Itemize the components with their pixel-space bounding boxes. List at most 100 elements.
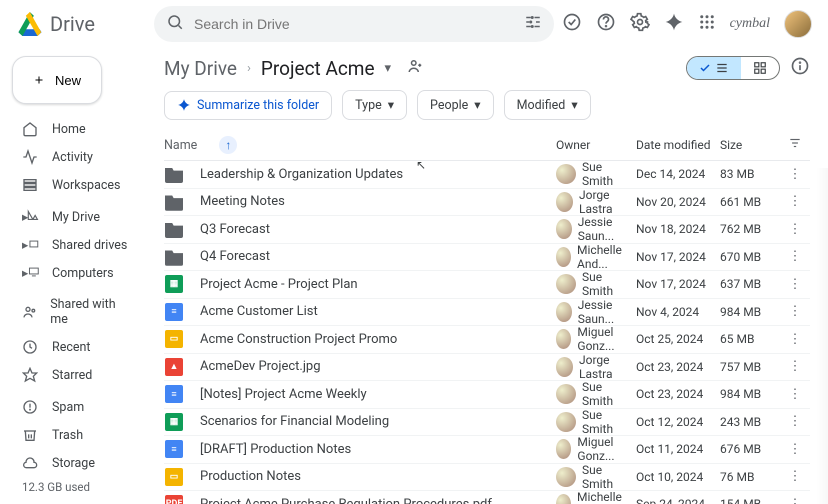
file-row[interactable]: ▭Acme Construction Project PromoMiguel G… (164, 326, 810, 354)
sidebar-item-storage[interactable]: Storage (12, 450, 138, 476)
row-more-icon[interactable]: ⋮ (780, 442, 810, 457)
owner-avatar (556, 439, 571, 459)
sidebar-item-shared-with-me[interactable]: Shared with me (12, 292, 138, 332)
summarize-folder-chip[interactable]: Summarize this folder (164, 91, 332, 120)
sidebar-item-my-drive[interactable]: ▸My Drive (12, 204, 138, 230)
file-row[interactable]: ▦Project Acme - Project PlanSue SmithNov… (164, 271, 810, 299)
offline-ready-icon[interactable] (562, 12, 582, 36)
row-more-icon[interactable]: ⋮ (780, 359, 810, 374)
column-owner[interactable]: Owner (556, 138, 636, 152)
help-icon[interactable] (596, 12, 616, 36)
sidebar-item-label: Home (52, 122, 86, 137)
apps-grid-icon[interactable] (698, 13, 716, 35)
file-size: 757 MB (720, 360, 780, 374)
sidebar-item-recent[interactable]: Recent (12, 334, 138, 360)
gemini-spark-icon[interactable] (664, 12, 684, 36)
filter-people-chip[interactable]: People▾ (417, 90, 494, 120)
file-date: Oct 11, 2024 (636, 442, 720, 456)
file-row[interactable]: ≡[Notes] Project Acme WeeklySue SmithOct… (164, 381, 810, 409)
sidebar-item-spam[interactable]: Spam (12, 394, 138, 420)
row-more-icon[interactable]: ⋮ (780, 249, 810, 264)
sidebar-item-computers[interactable]: ▸Computers (12, 260, 138, 286)
owner-avatar (556, 329, 571, 349)
sidebar-item-label: Starred (52, 368, 92, 383)
home-icon (22, 121, 40, 137)
chip-label: Summarize this folder (197, 98, 319, 113)
owner-name: Jessie Saun... (578, 298, 636, 326)
row-more-icon[interactable]: ⋮ (780, 497, 810, 504)
file-type-icon (164, 219, 184, 239)
sidebar-item-trash[interactable]: Trash (12, 422, 138, 448)
file-date: Nov 18, 2024 (636, 222, 720, 236)
folder-dropdown-icon[interactable]: ▾ (385, 61, 392, 76)
column-date[interactable]: Date modified (636, 138, 720, 152)
chevron-right-icon: › (247, 61, 251, 76)
account-avatar[interactable] (784, 10, 812, 38)
file-size: 65 MB (720, 332, 780, 346)
file-row[interactable]: ≡Acme Customer ListJessie Saun...Nov 4, … (164, 299, 810, 327)
row-more-icon[interactable]: ⋮ (780, 414, 810, 429)
details-icon[interactable] (790, 56, 810, 80)
column-name[interactable]: Name↑ (164, 136, 556, 154)
filter-modified-chip[interactable]: Modified▾ (504, 90, 591, 120)
owner-name: Jorge Lastra (579, 188, 636, 216)
file-name: Project Acme Purchase Regulation Procedu… (200, 497, 492, 504)
caret-down-icon: ▾ (474, 97, 480, 113)
drive-logo[interactable]: Drive (16, 12, 146, 36)
owner-name: Michelle And... (577, 243, 636, 271)
owner-name: Jessie Saun... (578, 215, 636, 243)
grid-view-button[interactable] (741, 57, 779, 79)
file-row[interactable]: Meeting NotesJorge LastraNov 20, 2024661… (164, 189, 810, 217)
new-button[interactable]: New (12, 56, 102, 104)
breadcrumb-current[interactable]: Project Acme (261, 57, 375, 80)
plus-icon (33, 71, 45, 89)
file-row[interactable]: ≡[DRAFT] Production NotesMiguel Gonz...O… (164, 436, 810, 464)
file-type-icon: ▭ (164, 467, 184, 487)
caret-down-icon: ▾ (571, 97, 577, 113)
row-more-icon[interactable]: ⋮ (780, 304, 810, 319)
file-type-icon (164, 192, 184, 212)
file-name: [Notes] Project Acme Weekly (200, 387, 367, 402)
owner-name: Michelle And... (577, 490, 636, 504)
breadcrumb-root[interactable]: My Drive (164, 57, 237, 80)
column-options-icon[interactable] (780, 136, 810, 154)
file-row[interactable]: PDFProject Acme Purchase Regulation Proc… (164, 491, 810, 504)
file-row[interactable]: Q3 ForecastJessie Saun...Nov 18, 2024762… (164, 216, 810, 244)
row-more-icon[interactable]: ⋮ (780, 222, 810, 237)
file-row[interactable]: ▭Production NotesSue SmithOct 10, 202476… (164, 464, 810, 492)
sidebar-item-home[interactable]: Home (12, 116, 138, 142)
search-input[interactable] (188, 16, 520, 32)
file-date: Oct 23, 2024 (636, 360, 720, 374)
share-icon[interactable] (407, 57, 425, 79)
sidebar-item-activity[interactable]: Activity (12, 144, 138, 170)
row-more-icon[interactable]: ⋮ (780, 167, 810, 182)
file-row[interactable]: ▲AcmeDev Project.jpgJorge LastraOct 23, … (164, 354, 810, 382)
row-more-icon[interactable]: ⋮ (780, 194, 810, 209)
owner-name: Sue Smith (582, 408, 636, 436)
file-row[interactable]: Q4 ForecastMichelle And...Nov 17, 202467… (164, 244, 810, 272)
search-bar[interactable] (154, 6, 554, 42)
file-row[interactable]: ▦Scenarios for Financial ModelingSue Smi… (164, 409, 810, 437)
file-list[interactable]: Leadership & Organization UpdatesSue Smi… (164, 161, 810, 504)
shared-icon (22, 304, 38, 320)
view-toggle[interactable] (686, 56, 780, 80)
file-row[interactable]: Leadership & Organization UpdatesSue Smi… (164, 161, 810, 189)
sort-asc-icon[interactable]: ↑ (219, 136, 237, 154)
sidebar-item-workspaces[interactable]: Workspaces (12, 172, 138, 198)
sidebar-item-shared-drives[interactable]: ▸Shared drives (12, 232, 138, 258)
settings-icon[interactable] (630, 12, 650, 36)
column-size[interactable]: Size (720, 138, 780, 152)
owner-avatar (556, 412, 576, 432)
column-label: Owner (556, 138, 590, 152)
file-size: 243 MB (720, 415, 780, 429)
sidebar-item-starred[interactable]: Starred (12, 362, 138, 388)
file-date: Nov 17, 2024 (636, 277, 720, 291)
row-more-icon[interactable]: ⋮ (780, 387, 810, 402)
list-view-button[interactable] (687, 57, 741, 79)
filter-type-chip[interactable]: Type▾ (342, 90, 407, 120)
row-more-icon[interactable]: ⋮ (780, 332, 810, 347)
row-more-icon[interactable]: ⋮ (780, 277, 810, 292)
row-more-icon[interactable]: ⋮ (780, 469, 810, 484)
search-options-icon[interactable] (520, 9, 546, 39)
file-size: 670 MB (720, 250, 780, 264)
